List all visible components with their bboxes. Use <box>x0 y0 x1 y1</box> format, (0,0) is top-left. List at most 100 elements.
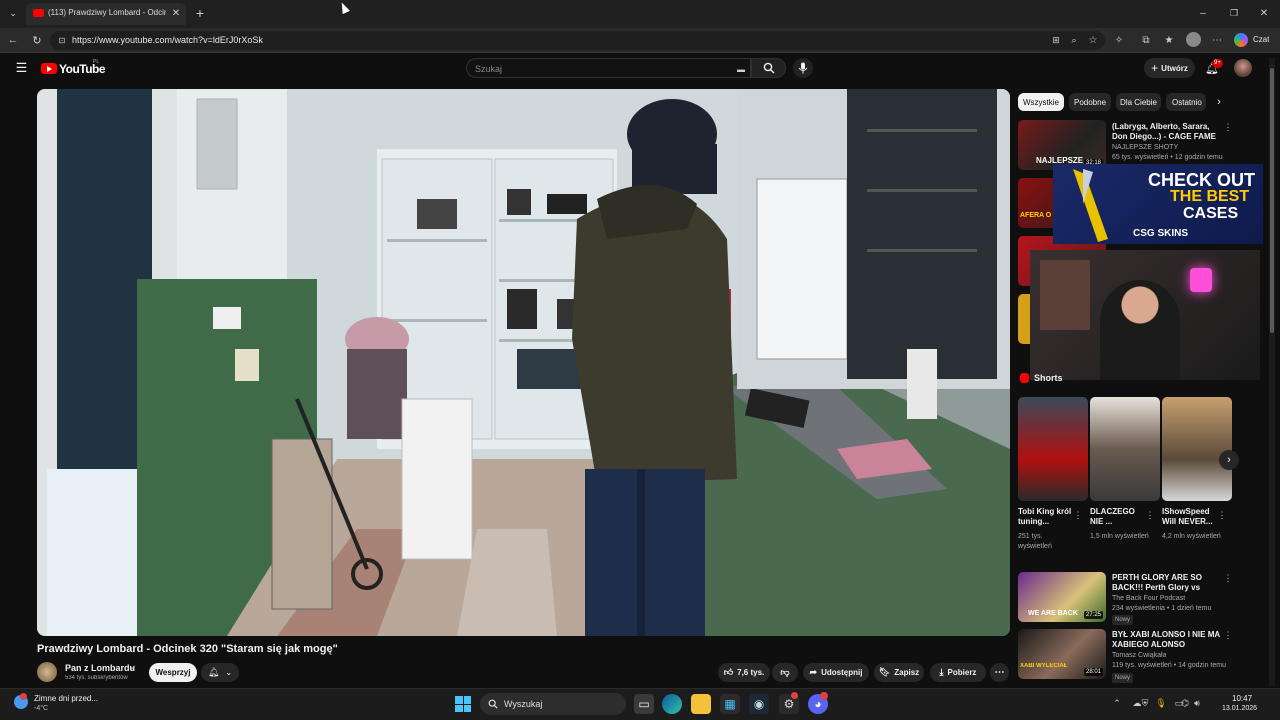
minimize-icon[interactable]: – <box>1196 6 1210 20</box>
back-icon[interactable]: ← <box>6 33 20 47</box>
new-badge: Nowy <box>1112 673 1134 683</box>
rec-menu-icon[interactable]: ⋮ <box>1223 630 1233 640</box>
keyboard-icon[interactable]: ▬ <box>735 64 747 74</box>
file-explorer-icon[interactable] <box>691 694 711 714</box>
page-scrollbar[interactable] <box>1269 58 1275 686</box>
window-close-icon[interactable]: ✕ <box>1257 6 1271 20</box>
search-box[interactable]: Szukaj ▬ <box>466 58 751 78</box>
refresh-icon[interactable]: ↻ <box>30 33 44 47</box>
new-tab-icon[interactable]: + <box>192 5 208 21</box>
tray-network-icon[interactable]: ⌬ <box>1180 698 1190 708</box>
clock-time[interactable]: 10:47 <box>1232 694 1252 703</box>
scrollbar-thumb[interactable] <box>1270 68 1274 333</box>
store-icon[interactable]: ▦ <box>720 694 740 714</box>
youtube-logo-icon[interactable] <box>41 63 57 74</box>
shorts-label: Shorts <box>1034 373 1063 383</box>
favorite-star-icon[interactable]: ☆ <box>1087 34 1099 46</box>
weather-alert-badge <box>20 693 27 700</box>
rec-thumb-text: WE ARE BACK <box>1028 610 1078 617</box>
split-screen-icon[interactable]: ⧉ <box>1139 33 1153 47</box>
more-actions-button[interactable]: ⋯ <box>990 663 1009 682</box>
rec-thumbnail[interactable]: WE ARE BACK 27:25 <box>1018 572 1106 622</box>
tray-chevron-up-icon[interactable]: ⌃ <box>1112 698 1122 708</box>
app-available-icon[interactable]: ⊞ <box>1050 34 1062 46</box>
short-menu-icon[interactable]: ⋮ <box>1218 510 1227 520</box>
site-info-icon[interactable]: ⊡ <box>56 34 68 46</box>
search-button[interactable] <box>751 58 786 78</box>
download-icon: ⤓ <box>939 667 944 677</box>
short-views: 251 tys. wyświetleń <box>1018 533 1052 550</box>
chip-recent[interactable]: Ostatnio <box>1166 93 1206 111</box>
tab-title: (113) Prawdziwy Lombard - Odcinek <box>48 8 166 17</box>
extensions-icon[interactable]: ✧ <box>1112 33 1126 47</box>
weather-title[interactable]: Zimne dni przed... <box>34 694 98 703</box>
chip-all[interactable]: Wszystkie <box>1018 93 1064 111</box>
rec-menu-icon[interactable]: ⋮ <box>1223 122 1233 132</box>
channel-avatar[interactable] <box>37 662 57 682</box>
search-input[interactable]: Szukaj <box>475 64 502 74</box>
restore-icon[interactable]: ❐ <box>1227 6 1241 20</box>
rec-title[interactable]: BYŁ XABI ALONSO I NIE MA XABIEGO ALONSO <box>1112 630 1220 650</box>
rec-menu-icon[interactable]: ⋮ <box>1223 573 1233 583</box>
chips-next-icon[interactable]: › <box>1212 95 1226 109</box>
taskbar-search[interactable]: Wyszukaj <box>480 693 626 715</box>
chip-for-you[interactable]: Dla Ciebie <box>1116 93 1161 111</box>
save-button[interactable]: 🔖︎ Zapisz <box>874 663 924 682</box>
clock-date[interactable]: 13.01.2026 <box>1222 705 1257 712</box>
tray-volume-icon[interactable]: 🔊︎ <box>1192 698 1202 708</box>
rec-title[interactable]: (Labryga, Alberto, Sarara, Don Diego...)… <box>1112 122 1220 142</box>
rec-channel[interactable]: Tomasz Ćwiąkała <box>1112 651 1166 661</box>
short-thumbnail[interactable] <box>1090 397 1160 501</box>
video-player[interactable] <box>37 89 1010 636</box>
copilot-label[interactable]: Czat <box>1253 35 1269 44</box>
hamburger-menu-icon[interactable]: ☰ <box>14 60 29 75</box>
rec-thumbnail[interactable]: NAJLEPSZE 32:18 <box>1018 120 1106 170</box>
url-text[interactable]: https://www.youtube.com/watch?v=ldErJ0rX… <box>72 35 672 45</box>
rec-channel[interactable]: NAJLEPSZE SHOTY <box>1112 143 1178 153</box>
steam-icon[interactable]: ◉ <box>749 694 769 714</box>
short-thumbnail[interactable] <box>1018 397 1088 501</box>
zoom-icon[interactable]: ⌕ <box>1068 34 1080 46</box>
copilot-icon[interactable] <box>1234 33 1248 47</box>
channel-name[interactable]: Pan z Lombardu <box>65 663 135 673</box>
account-avatar[interactable] <box>1234 59 1252 77</box>
like-button[interactable]: 👍︎ 7,6 tys. <box>718 663 770 682</box>
short-title[interactable]: IShowSpeed Will NEVER... <box>1162 507 1218 527</box>
rec-channel[interactable]: The Back Four Podcast <box>1112 594 1185 604</box>
more-menu-icon[interactable]: ⋯ <box>1210 33 1224 47</box>
tab-list-chevron-icon[interactable]: ⌄ <box>6 6 20 20</box>
short-title[interactable]: Tobi King król tuning... <box>1018 507 1076 527</box>
short-title[interactable]: DLACZEGO NIE ... <box>1090 507 1146 527</box>
task-view-icon[interactable]: ▭ <box>634 694 654 714</box>
create-button[interactable]: + Utwórz <box>1144 58 1195 78</box>
download-button[interactable]: ⤓ Pobierz <box>930 663 986 682</box>
short-menu-icon[interactable]: ⋮ <box>1146 510 1155 520</box>
shorts-next-button[interactable]: › <box>1219 450 1239 470</box>
favorites-icon[interactable]: ★ <box>1162 33 1176 47</box>
overlay-line2: THE BEST <box>1170 188 1250 205</box>
start-button[interactable] <box>455 696 471 712</box>
chip-related[interactable]: Podobne <box>1069 93 1111 111</box>
dislike-button[interactable]: 👎︎ <box>772 663 798 682</box>
short-menu-icon[interactable]: ⋮ <box>1074 510 1083 520</box>
address-bar[interactable]: ⊡ https://www.youtube.com/watch?v=ldErJ0… <box>50 31 1105 50</box>
rec-thumbnail[interactable]: XABI WYLECIAŁ 28:01 <box>1018 629 1106 679</box>
subscribe-bell-button[interactable]: 🔔︎ ⌄ <box>201 663 239 682</box>
video-frame-scene <box>37 89 1010 636</box>
share-button[interactable]: ➦ Udostępnij <box>803 663 869 682</box>
edge-browser-icon[interactable] <box>662 694 682 714</box>
profile-avatar[interactable] <box>1186 32 1201 47</box>
browser-tab-active[interactable]: (113) Prawdziwy Lombard - Odcinek ✕ <box>26 3 186 25</box>
rec-title[interactable]: PERTH GLORY ARE SO BACK!!! Perth Glory v… <box>1112 573 1220 593</box>
support-button[interactable]: Wesprzyj <box>149 663 197 682</box>
tray-mic-icon[interactable]: 🎙︎ <box>1155 698 1166 708</box>
tab-close-icon[interactable]: ✕ <box>170 7 182 19</box>
youtube-country-code: PL <box>93 59 100 65</box>
voice-search-button[interactable] <box>793 58 813 78</box>
youtube-favicon-icon <box>33 9 44 17</box>
rec-meta: 234 wyświetlenia • 1 dzień temu <box>1112 605 1212 612</box>
discord-badge <box>820 692 828 700</box>
short-thumbnail[interactable] <box>1162 397 1232 501</box>
bookmark-icon: 🔖︎ <box>878 667 891 677</box>
tray-security-icon[interactable]: ⛨ <box>1140 698 1150 708</box>
